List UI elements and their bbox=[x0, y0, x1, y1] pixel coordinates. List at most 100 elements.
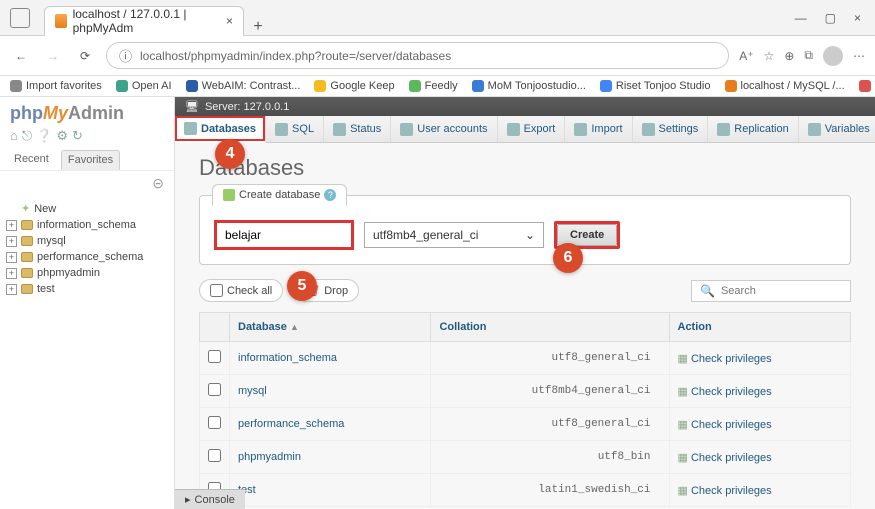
profile-icon[interactable] bbox=[823, 46, 843, 66]
check-privileges-link[interactable]: Check privileges bbox=[691, 386, 772, 398]
back-button[interactable]: ← bbox=[10, 45, 32, 67]
expand-icon[interactable]: + bbox=[6, 220, 17, 231]
expand-icon[interactable]: + bbox=[6, 252, 17, 263]
database-link[interactable]: information_schema bbox=[238, 352, 337, 364]
reload-button[interactable]: ⟳ bbox=[74, 45, 96, 67]
tree-db-item[interactable]: +test bbox=[6, 281, 168, 297]
bookmark-item[interactable]: Riset Tonjoo Studio bbox=[600, 80, 711, 92]
database-link[interactable]: performance_schema bbox=[238, 418, 344, 430]
tree-item-label: performance_schema bbox=[37, 251, 143, 263]
top-tab-export[interactable]: Export bbox=[498, 116, 566, 142]
check-all-toggle[interactable]: Check all bbox=[199, 279, 283, 302]
drop-label: Drop bbox=[324, 285, 348, 297]
bookmark-label: MoM Tonjoostudio... bbox=[488, 80, 586, 92]
expand-icon[interactable]: + bbox=[6, 284, 17, 295]
home-icon[interactable]: ⌂ bbox=[10, 128, 18, 144]
tree-db-item[interactable]: +information_schema bbox=[6, 217, 168, 233]
top-tab-replication[interactable]: Replication bbox=[708, 116, 798, 142]
privileges-icon: ▦ bbox=[678, 419, 688, 431]
window-menu-icon[interactable] bbox=[10, 8, 30, 28]
address-bar[interactable]: ⓘ localhost/phpmyadmin/index.php?route=/… bbox=[106, 42, 729, 69]
top-tab-settings[interactable]: Settings bbox=[633, 116, 709, 142]
site-info-icon[interactable]: ⓘ bbox=[119, 46, 132, 65]
search-input[interactable] bbox=[721, 285, 842, 297]
database-link[interactable]: phpmyadmin bbox=[238, 451, 301, 463]
expand-icon[interactable]: + bbox=[6, 236, 17, 247]
console-bar[interactable]: ▸ Console bbox=[175, 489, 245, 509]
bookmark-icon bbox=[409, 80, 421, 92]
row-checkbox[interactable] bbox=[208, 416, 221, 429]
bookmark-item[interactable]: WP Admin bbox=[859, 80, 875, 92]
tree-item-label: phpmyadmin bbox=[37, 267, 100, 279]
bookmark-item[interactable]: Open AI bbox=[116, 80, 172, 92]
check-privileges-link[interactable]: Check privileges bbox=[691, 452, 772, 464]
tab-label: Export bbox=[524, 123, 556, 135]
browser-tab[interactable]: localhost / 127.0.0.1 | phpMyAdm × bbox=[44, 6, 244, 36]
database-link[interactable]: mysql bbox=[238, 385, 267, 397]
bookmark-item[interactable]: Import favorites bbox=[10, 80, 102, 92]
minimize-icon[interactable]: — bbox=[795, 11, 807, 25]
create-database-tab: Create database ? bbox=[212, 184, 347, 206]
search-box[interactable]: 🔍 bbox=[691, 280, 851, 302]
favorites-icon[interactable]: ☆ bbox=[764, 49, 775, 63]
extensions-icon[interactable]: ⧉ bbox=[804, 48, 813, 63]
sidebar-tab-recent[interactable]: Recent bbox=[8, 150, 55, 170]
page-title: Databases bbox=[199, 155, 851, 181]
tree-db-item[interactable]: + phpmyadmin bbox=[6, 265, 168, 281]
maximize-icon[interactable]: ▢ bbox=[825, 11, 836, 25]
top-tab-sql[interactable]: SQL bbox=[266, 116, 324, 142]
docs-icon[interactable]: ❔ bbox=[36, 128, 52, 144]
tab-icon bbox=[642, 123, 655, 136]
bookmark-item[interactable]: MoM Tonjoostudio... bbox=[472, 80, 586, 92]
database-name-input[interactable] bbox=[214, 220, 354, 250]
new-tab-button[interactable]: + bbox=[244, 18, 272, 36]
top-tab-user-accounts[interactable]: User accounts bbox=[391, 116, 497, 142]
logout-icon[interactable]: ⎋ bbox=[22, 128, 32, 144]
check-privileges-link[interactable]: Check privileges bbox=[691, 353, 772, 365]
bookmark-item[interactable]: Google Keep bbox=[314, 80, 394, 92]
collation-select[interactable]: utf8mb4_general_ci ⌄ bbox=[364, 222, 544, 248]
url-text: localhost/phpmyadmin/index.php?route=/se… bbox=[140, 49, 451, 63]
read-aloud-icon[interactable]: A⁺ bbox=[739, 49, 753, 63]
top-tab-status[interactable]: Status bbox=[324, 116, 391, 142]
col-database[interactable]: Database ▲ bbox=[230, 313, 431, 342]
top-tab-variables[interactable]: Variables bbox=[799, 116, 875, 142]
database-icon bbox=[21, 236, 33, 246]
close-window-icon[interactable]: × bbox=[854, 11, 861, 25]
row-checkbox[interactable] bbox=[208, 350, 221, 363]
check-privileges-link[interactable]: Check privileges bbox=[691, 485, 772, 497]
bookmark-icon bbox=[472, 80, 484, 92]
tree-new-db[interactable]: ✦New bbox=[6, 200, 168, 217]
bookmark-item[interactable]: localhost / MySQL /... bbox=[725, 80, 845, 92]
tab-label: SQL bbox=[292, 123, 314, 135]
tree-db-item[interactable]: +mysql bbox=[6, 233, 168, 249]
collections-icon[interactable]: ⊕ bbox=[784, 49, 794, 63]
tree-db-item[interactable]: + performance_schema bbox=[6, 249, 168, 265]
bookmark-icon bbox=[116, 80, 128, 92]
check-privileges-link[interactable]: Check privileges bbox=[691, 419, 772, 431]
collation-cell: utf8_general_ci bbox=[431, 408, 669, 441]
bookmark-icon bbox=[314, 80, 326, 92]
bookmark-item[interactable]: Feedly bbox=[409, 80, 458, 92]
col-collation[interactable]: Collation bbox=[431, 313, 669, 342]
collapse-tree-icon[interactable]: ⊝ bbox=[152, 175, 164, 191]
phpmyadmin-logo[interactable]: phpMyAdmin bbox=[0, 97, 174, 126]
settings-icon[interactable]: ⚙ bbox=[56, 128, 68, 144]
row-checkbox[interactable] bbox=[208, 383, 221, 396]
sidebar-tab-favorites[interactable]: Favorites bbox=[61, 150, 120, 170]
top-tab-import[interactable]: Import bbox=[565, 116, 632, 142]
bookmark-item[interactable]: WebAIM: Contrast... bbox=[186, 80, 301, 92]
top-tab-databases[interactable]: Databases bbox=[175, 116, 266, 143]
console-toggle-icon[interactable]: ▸ bbox=[185, 493, 191, 506]
callout-5: 5 bbox=[287, 271, 317, 301]
row-checkbox[interactable] bbox=[208, 449, 221, 462]
expand-icon[interactable]: + bbox=[6, 268, 17, 279]
help-icon[interactable]: ? bbox=[324, 189, 336, 201]
reload-nav-icon[interactable]: ↻ bbox=[72, 128, 83, 144]
close-tab-icon[interactable]: × bbox=[226, 14, 233, 28]
server-breadcrumb[interactable]: 🖥 Server: 127.0.0.1 bbox=[175, 97, 875, 116]
menu-icon[interactable]: ⋯ bbox=[853, 49, 865, 63]
forward-button[interactable]: → bbox=[42, 45, 64, 67]
check-all-checkbox[interactable] bbox=[210, 284, 223, 297]
collation-value: utf8mb4_general_ci bbox=[373, 228, 478, 242]
